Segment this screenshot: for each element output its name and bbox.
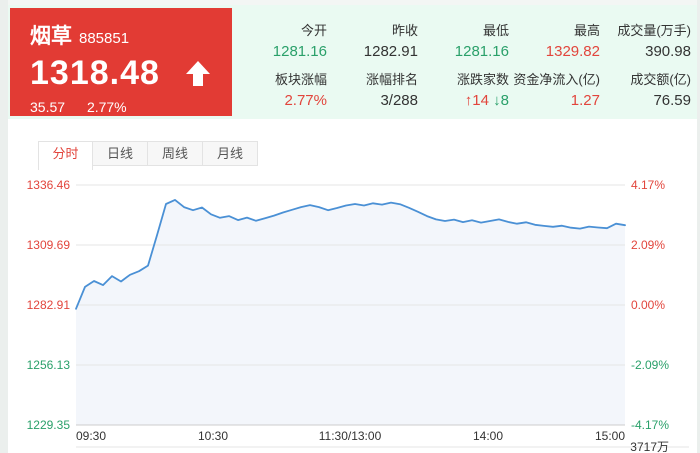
y-right-tick: 4.17%: [631, 178, 665, 192]
stat-value-prev-close: 1282.91: [363, 43, 418, 60]
stat-value-turnover: 76.59: [653, 92, 691, 109]
minute-chart-svg: 1336.46 1309.69 1282.91 1256.13 1229.35 …: [27, 178, 689, 453]
y-left-tick: 1256.13: [27, 358, 71, 372]
stat-label-open: 今开: [300, 23, 327, 38]
price-change: 35.57: [30, 99, 66, 115]
arrow-up-icon: [185, 60, 210, 88]
tab-monthly[interactable]: 月线: [203, 141, 258, 166]
quote-title: 烟草 885851: [30, 20, 232, 50]
stat-label-high: 最高: [573, 23, 600, 38]
stat-label-adv-dec: 涨跌家数: [456, 72, 509, 87]
x-tick-1030: 10:30: [198, 429, 228, 443]
stat-value-net-inflow: 1.27: [570, 92, 600, 109]
stat-value-open: 1281.16: [272, 43, 327, 60]
tab-daily[interactable]: 日线: [93, 141, 148, 166]
y-right-tick: 0.00%: [631, 298, 665, 312]
stat-value-adv-dec: ↑14 ↓8: [418, 90, 509, 111]
stat-value-sector-change: 2.77%: [284, 92, 327, 109]
stat-value-low: 1281.16: [454, 43, 509, 60]
stats-grid: 今开 1281.16 板块涨幅 2.77% 昨收 1282.91 涨幅排名 3/…: [236, 5, 691, 119]
sector-code: 885851: [79, 30, 130, 47]
stat-label-turnover: 成交额(亿): [630, 72, 691, 87]
stat-label-sector-change: 板块涨幅: [274, 72, 327, 87]
stat-col-5: 成交量(万手) 390.98 成交额(亿) 76.59: [600, 22, 691, 119]
x-tick-noon: 11:30/13:00: [319, 429, 382, 443]
tab-minute[interactable]: 分时: [38, 141, 93, 170]
y-axis-right-labels: 4.17% 2.09% 0.00% -2.09% -4.17%: [631, 178, 669, 432]
stat-label-net-inflow: 资金净流入(亿): [513, 72, 600, 87]
sector-name: 烟草: [30, 25, 72, 48]
x-tick-0930: 09:30: [76, 429, 106, 443]
current-price: 1318.48: [30, 54, 160, 92]
decline-count: 8: [500, 92, 509, 109]
stat-col-1: 今开 1281.16 板块涨幅 2.77%: [236, 22, 327, 119]
y-left-tick: 1309.69: [27, 238, 71, 252]
advance-count: 14: [472, 92, 489, 109]
y-right-tick: -4.17%: [631, 418, 669, 432]
stat-label-rank: 涨幅排名: [365, 72, 418, 87]
stat-label-prev-close: 昨收: [391, 23, 418, 38]
tab-weekly[interactable]: 周线: [148, 141, 203, 166]
quote-box: 烟草 885851 1318.48 35.57 2.77%: [10, 8, 232, 116]
y-right-tick: 2.09%: [631, 238, 665, 252]
stat-value-high: 1329.82: [545, 43, 600, 60]
y-left-tick: 1229.35: [27, 418, 71, 432]
quote-price-row: 1318.48: [30, 54, 232, 93]
volume-axis-label: 3717万: [630, 440, 669, 453]
y-axis-left-labels: 1336.46 1309.69 1282.91 1256.13 1229.35: [27, 178, 71, 432]
y-left-tick: 1336.46: [27, 178, 71, 192]
stat-value-rank: 3/288: [380, 92, 418, 109]
x-tick-1400: 14:00: [473, 429, 503, 443]
stat-value-volume: 390.98: [645, 43, 691, 60]
price-change-percent: 2.77%: [86, 99, 127, 115]
x-axis-labels: 09:30 10:30 11:30/13:00 14:00 15:00: [76, 429, 625, 443]
x-tick-1500: 15:00: [595, 429, 625, 443]
stat-label-low: 最低: [482, 23, 509, 38]
stat-col-3: 最低 1281.16 涨跌家数 ↑14 ↓8: [418, 22, 509, 119]
header: 烟草 885851 1318.48 35.57 2.77% 今开 1281.16…: [8, 5, 697, 119]
stat-col-4: 最高 1329.82 资金净流入(亿) 1.27: [509, 22, 600, 119]
decline-arrow-icon: ↓: [493, 92, 501, 109]
period-tabs: 分时 日线 周线 月线: [38, 141, 697, 170]
quote-change-row: 35.57 2.77%: [30, 99, 232, 115]
quote-page: 烟草 885851 1318.48 35.57 2.77% 今开 1281.16…: [8, 0, 697, 453]
stat-label-volume: 成交量(万手): [617, 23, 691, 38]
y-left-tick: 1282.91: [27, 298, 71, 312]
stat-col-2: 昨收 1282.91 涨幅排名 3/288: [327, 22, 418, 119]
y-right-tick: -2.09%: [631, 358, 669, 372]
minute-chart-area: 1336.46 1309.69 1282.91 1256.13 1229.35 …: [8, 170, 697, 453]
